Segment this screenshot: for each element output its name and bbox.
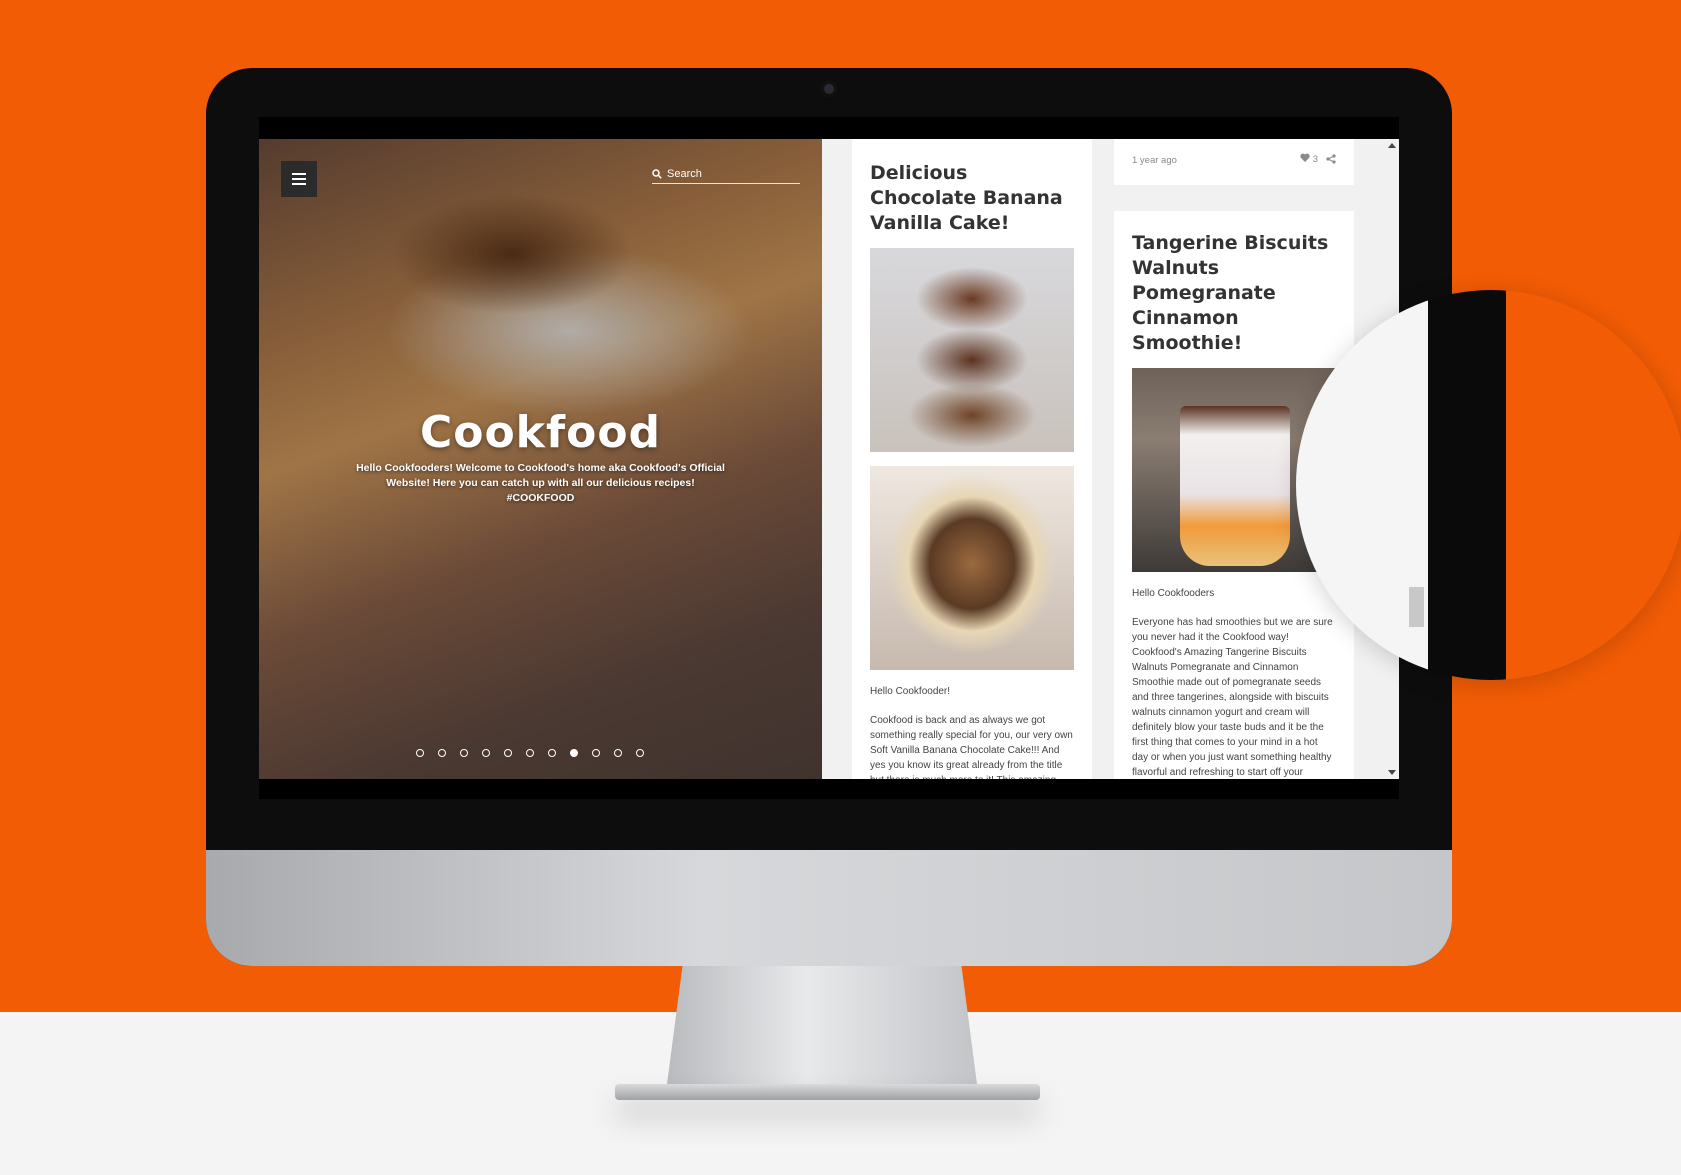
hero-overlay [259, 139, 822, 779]
slider-dot[interactable] [504, 749, 512, 757]
slider-dot[interactable] [526, 749, 534, 757]
post-title[interactable]: Delicious Chocolate Banana Vanilla Cake! [870, 161, 1074, 236]
like-button[interactable]: 3 [1300, 153, 1318, 165]
slider-dot[interactable] [482, 749, 490, 757]
like-count: 3 [1312, 154, 1318, 165]
slider-dot[interactable] [438, 749, 446, 757]
monitor-screen: Cookfood Hello Cookfooders! Welcome to C… [259, 117, 1399, 799]
site-title: Cookfood [419, 407, 662, 458]
slider-dots [416, 749, 644, 757]
website-viewport: Cookfood Hello Cookfooders! Welcome to C… [259, 139, 1399, 779]
scroll-up-arrow-icon[interactable] [1388, 143, 1396, 148]
search-input[interactable] [667, 168, 787, 180]
post-body: Cookfood is back and as always we got so… [870, 715, 1073, 779]
post-image[interactable] [870, 248, 1074, 452]
site-description: Hello Cookfooders! Welcome to Cookfood's… [339, 461, 742, 506]
monitor-stand-base [615, 1084, 1040, 1100]
share-icon[interactable] [1326, 154, 1336, 164]
scroll-down-arrow-icon[interactable] [1388, 770, 1396, 775]
site-welcome-text: Hello Cookfooders! Welcome to Cookfood's… [356, 462, 725, 489]
slider-dot[interactable] [416, 749, 424, 757]
heart-icon [1300, 153, 1310, 162]
site-hashtag: #COOKFOOD [506, 492, 575, 504]
hamburger-menu-button[interactable] [281, 161, 317, 197]
slider-dot[interactable] [592, 749, 600, 757]
hero-slider: Cookfood Hello Cookfooders! Welcome to C… [259, 139, 822, 779]
post-meta-bar: 1 year ago 3 [1114, 139, 1354, 185]
scrollbar-thumb[interactable] [1409, 587, 1424, 627]
slider-dot[interactable] [570, 749, 578, 757]
post-greeting: Hello Cookfooder! [870, 686, 951, 697]
slider-dot[interactable] [614, 749, 622, 757]
search-box[interactable] [652, 165, 800, 184]
slider-dot[interactable] [548, 749, 556, 757]
search-icon [652, 169, 662, 179]
hamburger-menu-icon [292, 173, 306, 175]
slider-dot[interactable] [636, 749, 644, 757]
monitor-chin [206, 850, 1452, 966]
post-timestamp: 1 year ago [1132, 155, 1177, 166]
post-card[interactable]: Delicious Chocolate Banana Vanilla Cake!… [852, 139, 1092, 779]
slider-dot[interactable] [460, 749, 468, 757]
monitor-stand [667, 966, 977, 1084]
camera-icon [821, 81, 837, 97]
post-image[interactable] [870, 466, 1074, 670]
scrollbar-magnifier [1296, 290, 1681, 680]
